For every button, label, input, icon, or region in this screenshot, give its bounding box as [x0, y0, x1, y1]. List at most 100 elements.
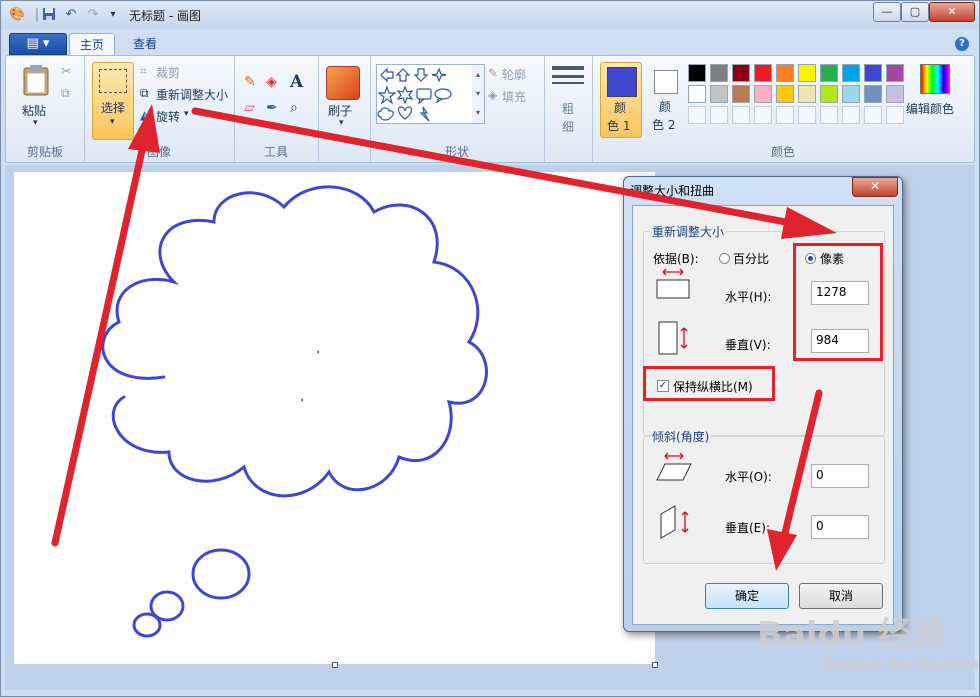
canvas-resize-handle-bottom[interactable] [332, 662, 338, 668]
rotate-button[interactable]: 旋转 [156, 108, 180, 125]
outline-button[interactable]: 轮廓 [502, 66, 526, 83]
color-swatch[interactable] [886, 85, 904, 103]
select-dropdown-icon: ▾ [110, 117, 115, 127]
percent-radio[interactable] [719, 253, 730, 264]
copy-icon[interactable]: ⧉ [61, 86, 70, 101]
close-button[interactable]: ✕ [929, 2, 975, 22]
color-swatch[interactable] [820, 85, 838, 103]
color-swatch[interactable] [688, 85, 706, 103]
cut-icon[interactable]: ✂ [61, 64, 71, 78]
brushes-dropdown-icon[interactable]: ▾ [339, 118, 344, 128]
fill-button[interactable]: 填充 [502, 88, 526, 105]
group-size[interactable]: 粗 细 [544, 56, 593, 162]
resize-legend: 重新调整大小 [650, 223, 727, 240]
rotate-dropdown-icon[interactable]: ▾ [184, 109, 189, 119]
empty-color-slot[interactable] [710, 106, 728, 124]
window-title: 无标题 - 画图 [129, 9, 201, 23]
color-swatch[interactable] [776, 85, 794, 103]
color-picker-icon[interactable]: ✒ [266, 100, 278, 116]
color1-button[interactable]: 颜 色 1 [600, 62, 642, 138]
color-swatch[interactable] [798, 85, 816, 103]
empty-color-slot[interactable] [754, 106, 772, 124]
vertical-resize-icon [657, 320, 691, 359]
color-swatch[interactable] [710, 85, 728, 103]
redo-icon[interactable]: ↷ [85, 7, 101, 23]
color-swatch[interactable] [776, 64, 794, 82]
ribbon: 粘贴 ▾ ✂ ⧉ 剪贴板 选择 ▾ ⌗ 裁剪 ⧉ 重新调整大小 ◭ 旋转 ▾ 图… [5, 55, 975, 163]
group-label-colors: 颜色 [770, 145, 795, 159]
empty-color-slot[interactable] [688, 106, 706, 124]
empty-color-slot[interactable] [798, 106, 816, 124]
resize-button[interactable]: 重新调整大小 [156, 86, 228, 103]
brushes-button[interactable]: 刷子 [328, 102, 352, 119]
color2-swatch [654, 70, 678, 94]
select-label: 选择 [101, 101, 126, 115]
empty-color-slot[interactable] [820, 106, 838, 124]
size-line-thick [552, 66, 584, 70]
skew-horizontal-input[interactable]: 0 [811, 464, 869, 488]
edit-colors-button[interactable]: 编辑颜色 [906, 100, 954, 117]
text-tool-icon[interactable]: A [290, 72, 303, 92]
shapes-scrollbar[interactable]: ▴ ▾ ▾ [472, 64, 485, 124]
group-brushes: 刷子 ▾ [318, 56, 371, 162]
undo-icon[interactable]: ↶ [63, 7, 79, 23]
tab-view[interactable]: 查看 [125, 33, 165, 55]
empty-color-slot[interactable] [732, 106, 750, 124]
color-swatch[interactable] [886, 64, 904, 82]
watermark-url: jingyan.baidu.com [823, 655, 979, 673]
maximize-button[interactable]: ▢ [901, 2, 929, 22]
canvas-resize-handle-corner[interactable] [652, 662, 658, 668]
pencil-icon[interactable]: ✎ [244, 74, 256, 90]
watermark-brand: Baidu 经验 [757, 615, 946, 655]
group-label-clipboard: 剪贴板 [26, 145, 63, 159]
shapes-gallery[interactable] [376, 64, 474, 124]
crop-button[interactable]: 裁剪 [156, 64, 180, 81]
color-swatch[interactable] [842, 64, 860, 82]
group-tools: ✎ ◈ A ▱ ✒ ⌕ 工具 [234, 56, 319, 162]
group-label-tools: 工具 [263, 145, 288, 159]
title-bar: 🎨 | ↶ ↷ ▾ 无标题 - 画图 — ▢ ✕ [1, 1, 979, 29]
paste-button[interactable]: 粘贴 [22, 102, 46, 119]
skew-vertical-input[interactable]: 0 [811, 515, 869, 539]
color-swatch[interactable] [754, 85, 772, 103]
color-swatch[interactable] [798, 64, 816, 82]
horizontal-resize-icon [655, 268, 691, 303]
color-swatch[interactable] [732, 64, 750, 82]
empty-color-slot[interactable] [864, 106, 882, 124]
empty-color-slot[interactable] [776, 106, 794, 124]
dialog-close-button[interactable]: ✕ [852, 177, 898, 197]
ok-button[interactable]: 确定 [705, 583, 789, 609]
save-icon[interactable] [41, 7, 57, 23]
color-swatch[interactable] [842, 85, 860, 103]
customize-qat-icon[interactable]: ▾ [105, 7, 121, 23]
paint-app-icon[interactable]: 🎨 [9, 7, 25, 23]
color-swatch[interactable] [688, 64, 706, 82]
minimize-button[interactable]: — [873, 2, 901, 22]
empty-color-slot[interactable] [886, 106, 904, 124]
empty-color-slot[interactable] [842, 106, 860, 124]
color-swatch[interactable] [732, 85, 750, 103]
color2-button[interactable]: 颜 色 2 [646, 62, 686, 136]
horizontal-skew-icon [655, 452, 693, 487]
magnifier-icon[interactable]: ⌕ [290, 100, 298, 116]
color-swatch[interactable] [864, 85, 882, 103]
fill-icon: ◈ [488, 88, 498, 102]
color-swatch[interactable] [864, 64, 882, 82]
file-menu-button[interactable]: ▤ ▾ [9, 33, 67, 55]
color-swatch[interactable] [710, 64, 728, 82]
cancel-button[interactable]: 取消 [799, 583, 883, 609]
tab-home[interactable]: 主页 [69, 33, 115, 56]
drawing-canvas[interactable] [14, 172, 655, 664]
color-swatch[interactable] [820, 64, 838, 82]
select-button[interactable]: 选择 ▾ [92, 62, 134, 140]
brush-icon[interactable] [326, 66, 360, 100]
color-swatch[interactable] [754, 64, 772, 82]
edit-colors-icon[interactable] [920, 64, 950, 94]
paste-icon[interactable] [22, 64, 50, 99]
percent-label[interactable]: 百分比 [733, 250, 769, 267]
group-image: 选择 ▾ ⌗ 裁剪 ⧉ 重新调整大小 ◭ 旋转 ▾ 图像 [84, 56, 235, 162]
help-icon[interactable]: ? [955, 37, 969, 51]
fill-bucket-icon[interactable]: ◈ [266, 74, 277, 90]
eraser-icon[interactable]: ▱ [244, 100, 255, 116]
paste-dropdown-icon[interactable]: ▾ [33, 118, 38, 128]
